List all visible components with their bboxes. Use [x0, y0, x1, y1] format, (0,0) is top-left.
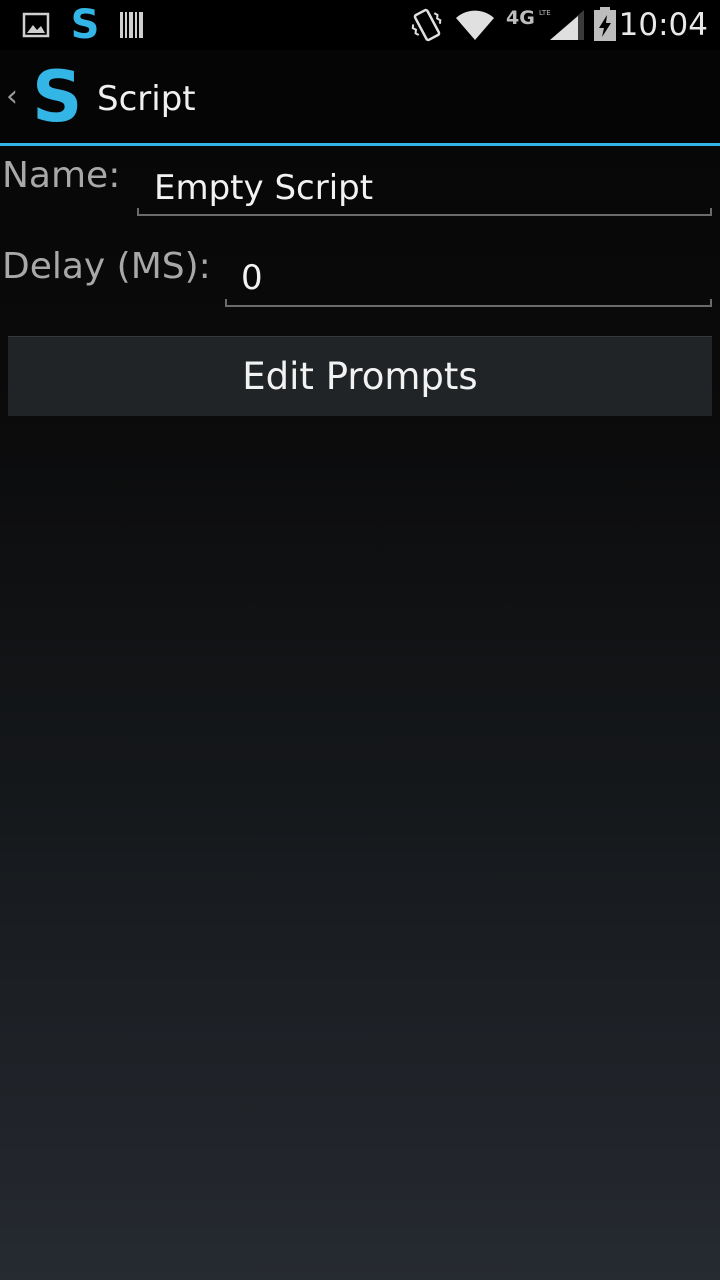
signal-icon	[548, 8, 586, 46]
name-field-tick-left	[137, 208, 139, 216]
action-bar: ‹ S Script	[0, 50, 720, 146]
name-field-tick-right	[710, 208, 712, 216]
delay-field-tick-left	[225, 299, 227, 307]
delay-label: Delay (MS):	[2, 246, 211, 287]
status-bar: S 4G LTE 10:04	[0, 0, 720, 50]
edit-prompts-button[interactable]: Edit Prompts	[8, 336, 712, 417]
app-s-notification-icon: S	[70, 2, 100, 48]
barcode-notification-icon	[118, 10, 146, 44]
name-field[interactable]: Empty Script	[137, 160, 712, 218]
network-4g-icon: 4G LTE	[506, 6, 552, 34]
picture-notification-icon	[22, 12, 50, 42]
chevron-left-icon: ‹	[6, 79, 18, 114]
vibrate-icon	[410, 6, 444, 48]
clock-time: 10:04	[618, 7, 708, 43]
delay-field-tick-right	[710, 299, 712, 307]
delay-field-value: 0	[241, 258, 263, 298]
app-logo-icon: S	[32, 56, 83, 138]
delay-field[interactable]: 0	[225, 250, 712, 309]
wifi-icon	[454, 8, 496, 46]
page-title: Script	[97, 79, 196, 119]
app-screen: S 4G LTE 10:04 ‹ S Script Name: Empty Sc…	[0, 0, 720, 1280]
up-navigation-button[interactable]: ‹ S	[0, 50, 88, 143]
delay-field-underline	[225, 305, 712, 307]
name-field-value: Empty Script	[154, 168, 374, 208]
name-label: Name:	[2, 155, 121, 196]
name-field-underline	[137, 214, 712, 216]
battery-charging-icon	[592, 6, 618, 46]
svg-text:4G: 4G	[506, 7, 535, 29]
